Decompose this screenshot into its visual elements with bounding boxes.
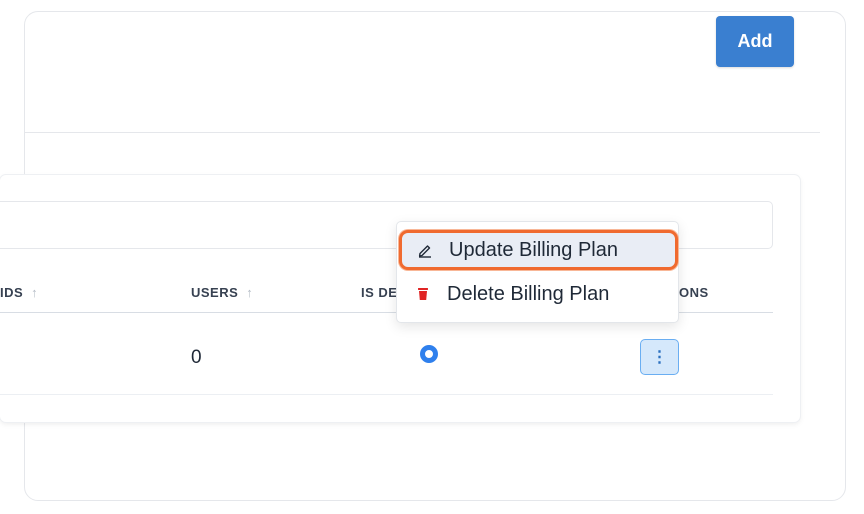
table-row-divider (0, 394, 773, 395)
header-divider (24, 132, 820, 133)
menu-item-update-billing-plan[interactable]: Update Billing Plan (399, 230, 678, 270)
column-header-is-default[interactable]: IS DE (361, 285, 397, 300)
trash-icon (413, 287, 433, 301)
edit-icon (415, 242, 435, 258)
row-actions-menu: Update Billing Plan Delete Billing Plan (396, 221, 679, 323)
menu-item-label: Update Billing Plan (449, 238, 618, 261)
kebab-menu-icon: ⋮ (651, 349, 668, 366)
column-header-label: ONS (679, 285, 709, 300)
add-button[interactable]: Add (716, 16, 794, 67)
menu-item-label: Delete Billing Plan (447, 282, 610, 305)
column-header-ids[interactable]: IDS ↑ (0, 285, 38, 300)
row-actions-button[interactable]: ⋮ (640, 339, 679, 375)
sort-arrow-icon: ↑ (246, 285, 254, 300)
column-header-actions[interactable]: ONS (679, 285, 709, 300)
sort-arrow-icon: ↑ (31, 285, 39, 300)
menu-item-delete-billing-plan[interactable]: Delete Billing Plan (397, 274, 678, 314)
column-header-label: IS DE (361, 285, 398, 300)
users-cell: 0 (191, 347, 202, 368)
is-default-radio-icon (420, 345, 438, 363)
column-header-label: USERS (191, 285, 239, 300)
column-header-label: IDS (0, 285, 24, 300)
column-header-users[interactable]: USERS ↑ (191, 285, 253, 300)
